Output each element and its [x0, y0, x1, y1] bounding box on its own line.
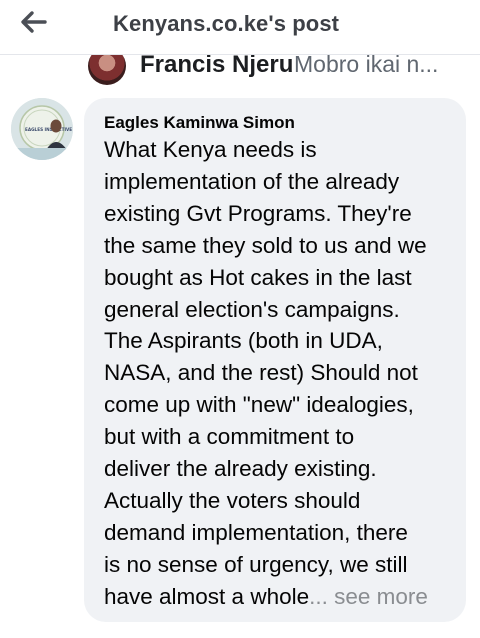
- comment-line-text: have almost a whole: [104, 583, 310, 609]
- comment-line: is no sense of urgency, we still: [104, 551, 408, 577]
- comment-line: NASA, and the rest) Should not: [104, 360, 418, 386]
- post-comments-page: Kenyans.co.ke's post Francis Njeru Mobro…: [0, 0, 480, 638]
- comment-line: come up with "new" idealogies,: [104, 392, 414, 418]
- comment-author[interactable]: Eagles Kaminwa Simon: [104, 113, 295, 133]
- comment-line: but with a commitment to: [104, 424, 355, 450]
- previous-comment-author[interactable]: Francis Njeru: [140, 51, 293, 79]
- back-button[interactable]: [14, 4, 54, 40]
- comment-line: The Aspirants (both in UDA,: [104, 328, 383, 354]
- comment-line: deliver the already existing.: [104, 456, 377, 482]
- comment-line: existing Gvt Programs. They're: [104, 200, 412, 226]
- comment-body: What Kenya needs is implementation of th…: [104, 134, 456, 613]
- comment-bubble: Eagles Kaminwa Simon What Kenya needs is…: [84, 98, 466, 622]
- comment-last-line: have almost a whole... see more: [104, 581, 456, 613]
- comment-line: the same they sold to us and we: [104, 232, 427, 258]
- comment-line: What Kenya needs is: [104, 137, 317, 162]
- comment-line: implementation of the already: [104, 168, 400, 194]
- avatar-image: EAGLES INSPECTIVE: [11, 98, 73, 160]
- previous-comment-preview: Mobro ikai n...: [294, 51, 439, 77]
- comment-line: general election's campaigns.: [104, 296, 400, 322]
- comment-line: demand implementation, there: [104, 519, 408, 545]
- avatar-logo-text: EAGLES INSPECTIVE: [25, 127, 72, 132]
- see-more-link[interactable]: ... see more: [309, 584, 428, 609]
- header-divider: [0, 54, 480, 55]
- top-bar: Kenyans.co.ke's post: [0, 0, 480, 54]
- comment-line: Actually the voters should: [104, 487, 361, 513]
- comment-line: bought as Hot cakes in the last: [104, 264, 412, 290]
- arrow-left-icon: [21, 11, 47, 33]
- avatar[interactable]: EAGLES INSPECTIVE: [11, 98, 73, 160]
- page-title: Kenyans.co.ke's post: [113, 11, 340, 36]
